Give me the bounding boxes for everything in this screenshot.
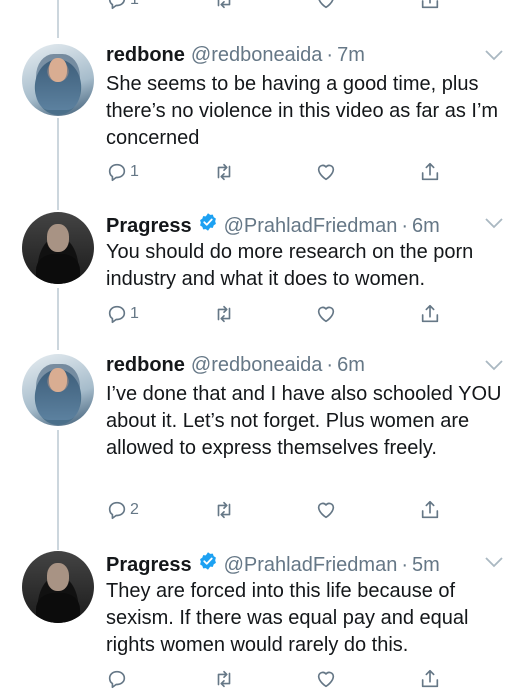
separator: ·	[326, 354, 334, 376]
like-button[interactable]	[315, 665, 337, 693]
tweet-actions	[106, 665, 446, 693]
like-button[interactable]	[315, 496, 337, 524]
like-button[interactable]	[315, 158, 337, 186]
avatar[interactable]	[22, 44, 94, 116]
tweet-menu-button[interactable]	[484, 48, 504, 62]
retweet-icon	[217, 305, 231, 323]
chevron-down-icon	[485, 557, 503, 568]
separator: ·	[401, 554, 409, 576]
retweet-button[interactable]	[213, 158, 235, 186]
reply-count: 1	[130, 163, 139, 180]
display-name[interactable]: Pragress	[106, 215, 192, 238]
like-icon	[317, 306, 335, 323]
previous-tweet-actions: 1	[106, 0, 446, 14]
share-button[interactable]	[419, 0, 441, 14]
share-icon	[421, 500, 439, 519]
tweet-header: redbone @redboneaida · 6m	[106, 354, 365, 380]
display-name[interactable]: Pragress	[106, 554, 192, 577]
display-name[interactable]: redbone	[106, 44, 185, 67]
share-button[interactable]	[419, 300, 441, 328]
retweet-icon	[217, 163, 231, 181]
tweet[interactable]: Pragress @PrahladFriedman · 6m You shoul…	[0, 212, 515, 342]
reply-icon	[108, 163, 126, 182]
like-icon	[318, 0, 334, 9]
tweet[interactable]: redbone @redboneaida · 7m She seems to b…	[0, 44, 515, 194]
chevron-down-icon	[485, 50, 503, 61]
tweet-text: I’ve done that and I have also schooled …	[106, 383, 502, 459]
reply-count: 1	[130, 305, 139, 322]
reply-button[interactable]: 1	[106, 0, 139, 14]
tweet-header: redbone @redboneaida · 7m	[106, 44, 365, 70]
timestamp[interactable]: 5m	[412, 554, 440, 577]
verified-badge-icon	[199, 552, 216, 570]
timestamp[interactable]: 6m	[412, 215, 440, 238]
like-icon	[317, 671, 335, 688]
like-button[interactable]	[315, 300, 337, 328]
reply-icon	[108, 670, 126, 689]
timestamp[interactable]: 6m	[337, 354, 365, 377]
timestamp[interactable]: 7m	[337, 44, 365, 67]
retweet-button[interactable]	[213, 0, 235, 14]
reply-icon	[108, 501, 126, 520]
tweet-text: You should do more research on the porn …	[106, 241, 474, 290]
tweet-text: They are forced into this life because o…	[106, 580, 469, 656]
tweet-header: Pragress @PrahladFriedman · 6m	[106, 212, 440, 238]
handle[interactable]: @PrahladFriedman	[224, 215, 398, 238]
handle[interactable]: @PrahladFriedman	[224, 554, 398, 577]
tweet-header: Pragress @PrahladFriedman · 5m	[106, 551, 440, 577]
retweet-button[interactable]	[213, 496, 235, 524]
share-button[interactable]	[419, 665, 441, 693]
tweet[interactable]: redbone @redboneaida · 6m I’ve done that…	[0, 354, 515, 534]
like-button[interactable]	[315, 0, 337, 14]
tweet-menu-button[interactable]	[484, 555, 504, 569]
tweet-actions: 1	[106, 300, 446, 328]
avatar[interactable]	[22, 354, 94, 426]
share-icon	[421, 669, 439, 688]
reply-count: 1	[130, 0, 139, 9]
tweet-actions: 1	[106, 158, 446, 186]
retweet-icon	[217, 501, 231, 519]
separator: ·	[326, 44, 334, 66]
tweet[interactable]: Pragress @PrahladFriedman · 5m They are …	[0, 551, 515, 700]
avatar[interactable]	[22, 212, 94, 284]
retweet-icon	[217, 670, 231, 688]
reply-icon	[108, 305, 126, 324]
share-icon	[421, 0, 439, 9]
share-icon	[421, 304, 439, 323]
display-name[interactable]: redbone	[106, 354, 185, 377]
like-icon	[317, 164, 335, 181]
tweet-menu-button[interactable]	[484, 216, 504, 230]
share-icon	[421, 162, 439, 181]
share-button[interactable]	[419, 496, 441, 524]
tweet-menu-button[interactable]	[484, 358, 504, 372]
handle[interactable]: @redboneaida	[191, 44, 323, 67]
reply-button[interactable]: 2	[106, 496, 139, 524]
thread-line	[57, 0, 59, 38]
reply-count: 2	[130, 501, 139, 518]
retweet-icon	[217, 0, 231, 9]
tweet-actions: 2	[106, 496, 446, 524]
tweet-text: She seems to be having a good time, plus…	[106, 73, 499, 149]
reply-icon	[108, 0, 126, 10]
handle[interactable]: @redboneaida	[191, 354, 323, 377]
reply-button[interactable]: 1	[106, 300, 139, 328]
separator: ·	[401, 215, 409, 237]
chevron-down-icon	[485, 218, 503, 229]
retweet-button[interactable]	[213, 300, 235, 328]
like-icon	[317, 502, 335, 519]
retweet-button[interactable]	[213, 665, 235, 693]
avatar[interactable]	[22, 551, 94, 623]
reply-button[interactable]	[106, 665, 130, 693]
verified-badge-icon	[199, 213, 216, 231]
chevron-down-icon	[485, 360, 503, 371]
share-button[interactable]	[419, 158, 441, 186]
reply-button[interactable]: 1	[106, 158, 139, 186]
